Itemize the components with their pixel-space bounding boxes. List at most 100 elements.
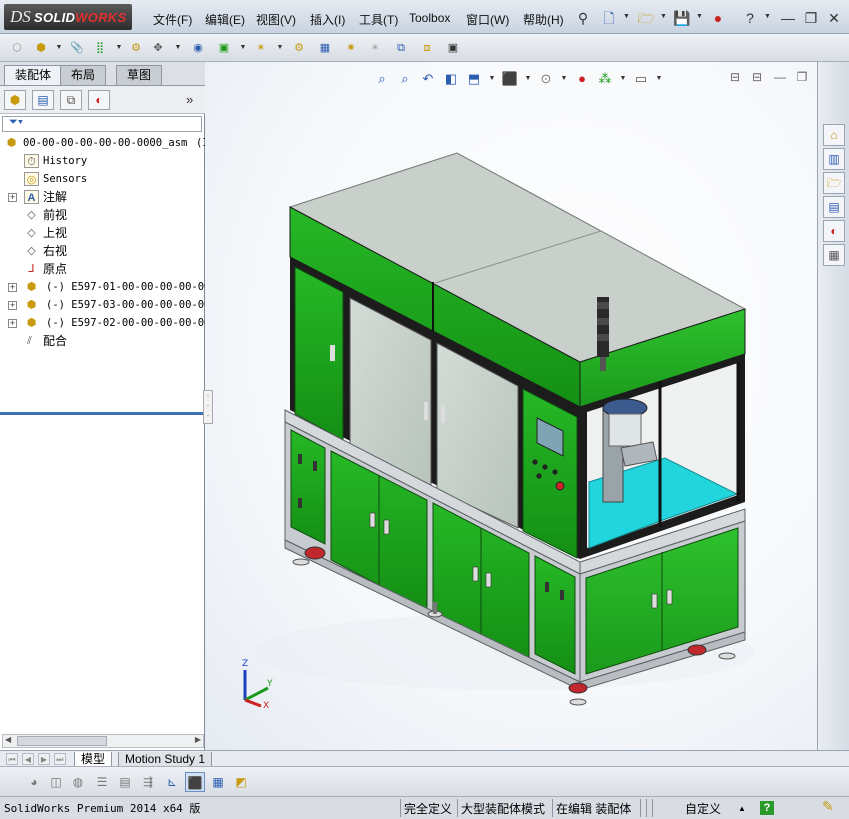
interference-detection-icon[interactable]: ⧉	[392, 39, 410, 57]
menu-help[interactable]: 帮助(H)	[523, 11, 564, 28]
chevron-down-icon[interactable]: ▼	[764, 13, 771, 20]
chevron-down-icon[interactable]: ▼	[696, 13, 703, 20]
expand-icon[interactable]: +	[8, 301, 17, 310]
view-palette-icon[interactable]: ▤	[823, 196, 845, 218]
horizontal-scrollbar[interactable]: ◀ ▶	[2, 734, 204, 748]
minimize-icon[interactable]: —	[779, 9, 797, 27]
menu-view[interactable]: 视图(V)	[256, 11, 296, 28]
expand-icon[interactable]: +	[8, 319, 17, 328]
property-manager-icon[interactable]: ▤	[32, 90, 54, 110]
smart-fasteners-icon[interactable]: ⚙	[127, 39, 145, 57]
axis-view-icon[interactable]: ⊾	[162, 772, 182, 792]
new-document-icon[interactable]: 🗋	[600, 9, 618, 27]
close-icon[interactable]: ✕	[825, 9, 843, 27]
nav-first-icon[interactable]: ⏮	[6, 753, 18, 765]
reference-geometry-icon[interactable]: ✴	[252, 39, 270, 57]
scroll-left-icon[interactable]: ◀	[5, 735, 11, 744]
units-selector[interactable]: 自定义	[685, 801, 721, 817]
custom-properties-icon[interactable]: ▦	[823, 244, 845, 266]
restore-icon[interactable]: ❐	[802, 9, 820, 27]
menu-window[interactable]: 窗口(W)	[466, 11, 509, 28]
menu-tools[interactable]: 工具(T)	[359, 11, 398, 28]
chevron-down-icon[interactable]: ▼	[234, 39, 252, 57]
tree-item-sensors[interactable]: ◎ Sensors	[0, 170, 205, 188]
tree-item-subassembly-01[interactable]: + ⬢ (-) E597-01-00-00-00-00-000	[0, 278, 205, 296]
tree-item-mates[interactable]: ⫽ 配合	[0, 332, 205, 350]
nav-next-icon[interactable]: ▶	[38, 753, 50, 765]
configuration-manager-icon[interactable]: ⧉	[60, 90, 82, 110]
tree-item-top-plane[interactable]: ◇ 上视	[0, 224, 205, 242]
tab-model[interactable]: 模型	[74, 752, 113, 767]
display-manager-icon[interactable]: ◐	[88, 90, 110, 110]
chevron-down-icon[interactable]: ▼	[660, 13, 667, 20]
insert-part-icon[interactable]: ⬢	[32, 39, 50, 57]
expand-icon[interactable]: +	[8, 283, 17, 292]
help-icon[interactable]: ?	[741, 9, 759, 27]
tree-item-history[interactable]: ⏱ History	[0, 152, 205, 170]
menu-insert[interactable]: 插入(I)	[310, 11, 345, 28]
tree-item-origin[interactable]: ⅃ 原点	[0, 260, 205, 278]
solidworks-logo[interactable]: DS SOLIDWORKS	[4, 4, 132, 30]
nav-prev-icon[interactable]: ◀	[22, 753, 34, 765]
open-folder-icon[interactable]: 🗁	[637, 9, 655, 27]
move-component-icon[interactable]: ✥	[149, 39, 167, 57]
solidworks-resources-icon[interactable]: ⌂	[823, 124, 845, 146]
panel-divider[interactable]	[0, 412, 205, 415]
design-library-icon[interactable]: ▥	[823, 148, 845, 170]
menu-toolbox[interactable]: Toolbox	[409, 11, 450, 25]
chevron-down-icon[interactable]: ▼	[110, 39, 128, 57]
grid-view-icon[interactable]: ▦	[208, 772, 228, 792]
tree-item-right-plane[interactable]: ◇ 右视	[0, 242, 205, 260]
pin-icon[interactable]: ⚲	[574, 9, 592, 27]
menu-edit[interactable]: 编辑(E)	[205, 11, 245, 28]
tree-item-subassembly-02[interactable]: + ⬢ (-) E597-02-00-00-00-00-000	[0, 314, 205, 332]
instant3d-icon[interactable]: ▣	[444, 39, 462, 57]
table-icon[interactable]: ▤	[115, 772, 135, 792]
panel-collapse-handle[interactable]: · · ·	[203, 390, 213, 424]
shaded-icon[interactable]: ◕	[24, 772, 44, 792]
rebuild-traffic-light-icon[interactable]: ●	[709, 9, 727, 27]
tab-layout[interactable]: 布局	[60, 65, 107, 85]
chevron-down-icon[interactable]: ▼	[623, 13, 630, 20]
assembly-features-icon[interactable]: ▣	[215, 39, 233, 57]
chevron-down-icon[interactable]: ▼	[271, 39, 289, 57]
expand-icon[interactable]: +	[8, 193, 17, 202]
bill-of-materials-icon[interactable]: ▦	[316, 39, 334, 57]
show-hidden-icon[interactable]: ◉	[189, 39, 207, 57]
tree-root[interactable]: ⬢ 00-00-00-00-00-00-0000_asm (I	[0, 134, 205, 152]
machine-model[interactable]: Z Y X	[205, 62, 817, 750]
mate-icon[interactable]: 📎	[68, 39, 86, 57]
hidden-lines-icon[interactable]: ◫	[46, 772, 66, 792]
tree-item-annotations[interactable]: + A 注解	[0, 188, 205, 206]
filter-icon[interactable]: ⏷▾	[9, 116, 23, 129]
help-status-icon[interactable]: ?	[760, 801, 774, 815]
list-icon[interactable]: ☰	[92, 772, 112, 792]
chevron-down-icon[interactable]: ▼	[169, 39, 187, 57]
isometric-view-icon[interactable]: ⬛	[185, 772, 205, 792]
tree-filter-input[interactable]: ⏷▾	[2, 116, 202, 132]
units-dropdown-icon[interactable]: ▲	[738, 801, 746, 817]
scroll-right-icon[interactable]: ▶	[195, 735, 201, 744]
tree-item-front-plane[interactable]: ◇ 前视	[0, 206, 205, 224]
nav-last-icon[interactable]: ⏭	[54, 753, 66, 765]
new-motion-study-icon[interactable]: ⚙	[290, 39, 308, 57]
layers-icon[interactable]: ⇶	[138, 772, 158, 792]
expand-panel-icon[interactable]: »	[186, 92, 193, 107]
feature-manager-icon[interactable]: ⬢	[4, 90, 26, 110]
file-explorer-icon[interactable]: 🗁	[823, 172, 845, 194]
tag-icon[interactable]: ✎	[822, 798, 834, 814]
linear-pattern-icon[interactable]: ⣿	[91, 39, 109, 57]
scrollbar-thumb[interactable]	[17, 736, 107, 746]
curvature-icon[interactable]: ◍	[68, 772, 88, 792]
clearance-verification-icon[interactable]: ⧈	[418, 39, 436, 57]
menu-file[interactable]: 文件(F)	[153, 11, 192, 28]
tree-item-subassembly-03[interactable]: + ⬢ (-) E597-03-00-00-00-00-000	[0, 296, 205, 314]
save-icon[interactable]: 💾	[673, 9, 691, 27]
exploded-view-icon[interactable]: ✷	[342, 39, 360, 57]
tab-motion-study[interactable]: Motion Study 1	[118, 752, 213, 767]
insert-component-icon[interactable]: ⬡	[8, 39, 26, 57]
graphics-area[interactable]: ⌕ ⌕ ↶ ◧ ⬒ ▼ ⬛ ▼ ⊙ ▼ ● ⁂ ▼ ▭ ▼ ⊟ ⊟ — ❐ ✕	[205, 62, 817, 750]
chevron-down-icon[interactable]: ▼	[50, 39, 68, 57]
tab-sketch[interactable]: 草图	[116, 65, 163, 85]
render-view-icon[interactable]: ◩	[231, 772, 251, 792]
